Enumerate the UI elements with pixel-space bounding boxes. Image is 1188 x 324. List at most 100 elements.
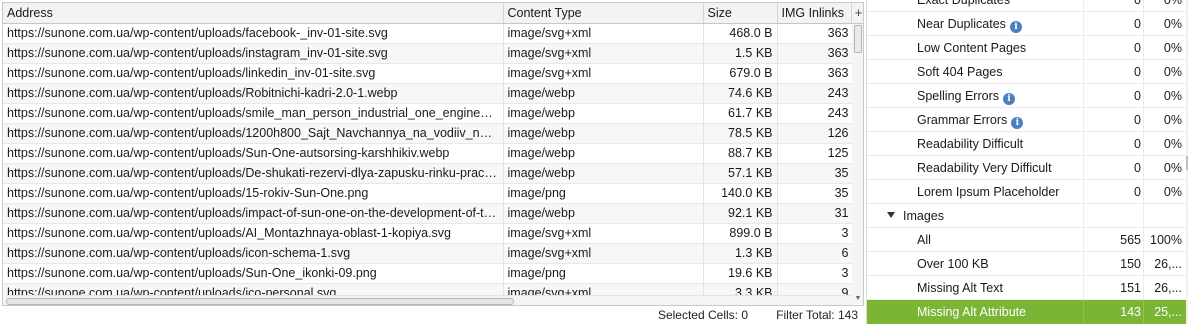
overview-item-readability-difficult[interactable]: Readability Difficult 0 0%: [867, 132, 1186, 156]
info-icon[interactable]: i: [1009, 21, 1022, 33]
cell-img-inlinks[interactable]: 3: [777, 223, 854, 244]
cell-size[interactable]: 88.7 KB: [703, 143, 778, 164]
cell-address[interactable]: https://sunone.com.ua/wp-content/uploads…: [3, 123, 504, 144]
table-row[interactable]: https://sunone.com.ua/wp-content/uploads…: [3, 183, 854, 204]
cell-content-type[interactable]: image/webp: [503, 163, 704, 184]
table-row[interactable]: https://sunone.com.ua/wp-content/uploads…: [3, 263, 854, 284]
overview-item-all[interactable]: All 565 100%: [867, 228, 1186, 252]
table-row[interactable]: https://sunone.com.ua/wp-content/uploads…: [3, 63, 854, 84]
cell-content-type[interactable]: image/webp: [503, 123, 704, 144]
cell-img-inlinks[interactable]: 363: [777, 23, 854, 44]
cell-address[interactable]: https://sunone.com.ua/wp-content/uploads…: [3, 83, 504, 104]
overview-item-grammar-errors[interactable]: Grammar Errors i 0 0%: [867, 108, 1186, 132]
cell-size[interactable]: 1.5 KB: [703, 43, 778, 64]
cell-size[interactable]: 679.0 B: [703, 63, 778, 84]
table-row[interactable]: https://sunone.com.ua/wp-content/uploads…: [3, 123, 854, 144]
cell-content-type[interactable]: image/webp: [503, 103, 704, 124]
column-header-address[interactable]: Address: [3, 3, 504, 24]
overview-item-exact-duplicates[interactable]: Exact Duplicates 0 0%: [867, 0, 1186, 12]
overview-item-percent: 0%: [1163, 113, 1182, 127]
overview-item-low-content-pages[interactable]: Low Content Pages 0 0%: [867, 36, 1186, 60]
overview-item-soft-404-pages[interactable]: Soft 404 Pages 0 0%: [867, 60, 1186, 84]
cell-size[interactable]: 1.3 KB: [703, 243, 778, 264]
cell-img-inlinks[interactable]: 243: [777, 83, 854, 104]
add-column-button[interactable]: +: [851, 3, 863, 24]
cell-img-inlinks[interactable]: 6: [777, 243, 854, 264]
cell-size[interactable]: 899.0 B: [703, 223, 778, 244]
horizontal-scrollbar[interactable]: [5, 295, 852, 305]
cell-content-type[interactable]: image/svg+xml: [503, 63, 704, 84]
cell-size[interactable]: 57.1 KB: [703, 163, 778, 184]
cell-size[interactable]: 78.5 KB: [703, 123, 778, 144]
cell-img-inlinks[interactable]: 35: [777, 183, 854, 204]
cell-address[interactable]: https://sunone.com.ua/wp-content/uploads…: [3, 63, 504, 84]
cell-content-type[interactable]: image/svg+xml: [503, 23, 704, 44]
overview-item-readability-very-difficult[interactable]: Readability Very Difficult 0 0%: [867, 156, 1186, 180]
cell-img-inlinks[interactable]: 126: [777, 123, 854, 144]
overview-item-spelling-errors[interactable]: Spelling Errors i 0 0%: [867, 84, 1186, 108]
overview-item-missing-alt-text[interactable]: Missing Alt Text 151 26,...: [867, 276, 1186, 300]
cell-address[interactable]: https://sunone.com.ua/wp-content/uploads…: [3, 243, 504, 264]
cell-size[interactable]: 74.6 KB: [703, 83, 778, 104]
vertical-scrollbar[interactable]: ▼: [852, 24, 863, 304]
table-row[interactable]: https://sunone.com.ua/wp-content/uploads…: [3, 23, 854, 44]
cell-img-inlinks[interactable]: 31: [777, 203, 854, 224]
cell-content-type[interactable]: image/png: [503, 183, 704, 204]
cell-img-inlinks[interactable]: 3: [777, 263, 854, 284]
column-header-size[interactable]: Size: [703, 3, 778, 24]
cell-img-inlinks[interactable]: 363: [777, 63, 854, 84]
cell-size[interactable]: 19.6 KB: [703, 263, 778, 284]
cell-size[interactable]: 61.7 KB: [703, 103, 778, 124]
cell-content-type[interactable]: image/svg+xml: [503, 43, 704, 64]
column-divider: [1083, 60, 1084, 84]
cell-img-inlinks[interactable]: 125: [777, 143, 854, 164]
cell-address[interactable]: https://sunone.com.ua/wp-content/uploads…: [3, 103, 504, 124]
overview-item-count: 0: [1134, 17, 1141, 31]
cell-img-inlinks[interactable]: 363: [777, 43, 854, 64]
cell-address[interactable]: https://sunone.com.ua/wp-content/uploads…: [3, 203, 504, 224]
overview-item-count: 0: [1134, 137, 1141, 151]
cell-content-type[interactable]: image/svg+xml: [503, 243, 704, 264]
column-header-content-type[interactable]: Content Type: [503, 3, 704, 24]
table-row[interactable]: https://sunone.com.ua/wp-content/uploads…: [3, 103, 854, 124]
horizontal-scrollbar-thumb[interactable]: [6, 298, 514, 305]
cell-img-inlinks[interactable]: 35: [777, 163, 854, 184]
cell-img-inlinks[interactable]: 243: [777, 103, 854, 124]
overview-section-images[interactable]: Images: [867, 204, 1186, 228]
table-row[interactable]: https://sunone.com.ua/wp-content/uploads…: [3, 143, 854, 164]
cell-size[interactable]: 468.0 B: [703, 23, 778, 44]
cell-address[interactable]: https://sunone.com.ua/wp-content/uploads…: [3, 183, 504, 204]
cell-address[interactable]: https://sunone.com.ua/wp-content/uploads…: [3, 163, 504, 184]
cell-address[interactable]: https://sunone.com.ua/wp-content/uploads…: [3, 23, 504, 44]
table-row[interactable]: https://sunone.com.ua/wp-content/uploads…: [3, 223, 854, 244]
cell-address[interactable]: https://sunone.com.ua/wp-content/uploads…: [3, 223, 504, 244]
cell-content-type[interactable]: image/webp: [503, 203, 704, 224]
table-row[interactable]: https://sunone.com.ua/wp-content/uploads…: [3, 163, 854, 184]
overview-item-near-duplicates[interactable]: Near Duplicates i 0 0%: [867, 12, 1186, 36]
cell-content-type[interactable]: image/png: [503, 263, 704, 284]
overview-item-missing-alt-attribute[interactable]: Missing Alt Attribute 143 25,...: [867, 300, 1186, 324]
overview-item-over-100-kb[interactable]: Over 100 KB 150 26,...: [867, 252, 1186, 276]
column-divider: [1083, 108, 1084, 132]
info-icon[interactable]: i: [1002, 93, 1015, 105]
cell-content-type[interactable]: image/svg+xml: [503, 223, 704, 244]
overview-pane: Exact Duplicates 0 0% Near Duplicates i 0 0% Lo…: [866, 0, 1188, 324]
cell-content-type[interactable]: image/webp: [503, 143, 704, 164]
table-row[interactable]: https://sunone.com.ua/wp-content/uploads…: [3, 203, 854, 224]
overview-item-lorem-ipsum-placeholder[interactable]: Lorem Ipsum Placeholder 0 0%: [867, 180, 1186, 204]
cell-size[interactable]: 140.0 KB: [703, 183, 778, 204]
vertical-scrollbar-thumb[interactable]: [854, 25, 862, 53]
cell-size[interactable]: 92.1 KB: [703, 203, 778, 224]
info-icon[interactable]: i: [1011, 117, 1024, 129]
collapse-triangle-icon[interactable]: [887, 212, 895, 218]
cell-content-type[interactable]: image/webp: [503, 83, 704, 104]
overview-item-label-text: Grammar Errors: [917, 113, 1008, 127]
scroll-down-arrow-icon[interactable]: ▼: [852, 294, 863, 304]
cell-address[interactable]: https://sunone.com.ua/wp-content/uploads…: [3, 143, 504, 164]
table-row[interactable]: https://sunone.com.ua/wp-content/uploads…: [3, 243, 854, 264]
table-row[interactable]: https://sunone.com.ua/wp-content/uploads…: [3, 43, 854, 64]
cell-address[interactable]: https://sunone.com.ua/wp-content/uploads…: [3, 43, 504, 64]
cell-address[interactable]: https://sunone.com.ua/wp-content/uploads…: [3, 263, 504, 284]
column-header-img-inlinks[interactable]: IMG Inlinks: [777, 3, 854, 24]
table-row[interactable]: https://sunone.com.ua/wp-content/uploads…: [3, 83, 854, 104]
